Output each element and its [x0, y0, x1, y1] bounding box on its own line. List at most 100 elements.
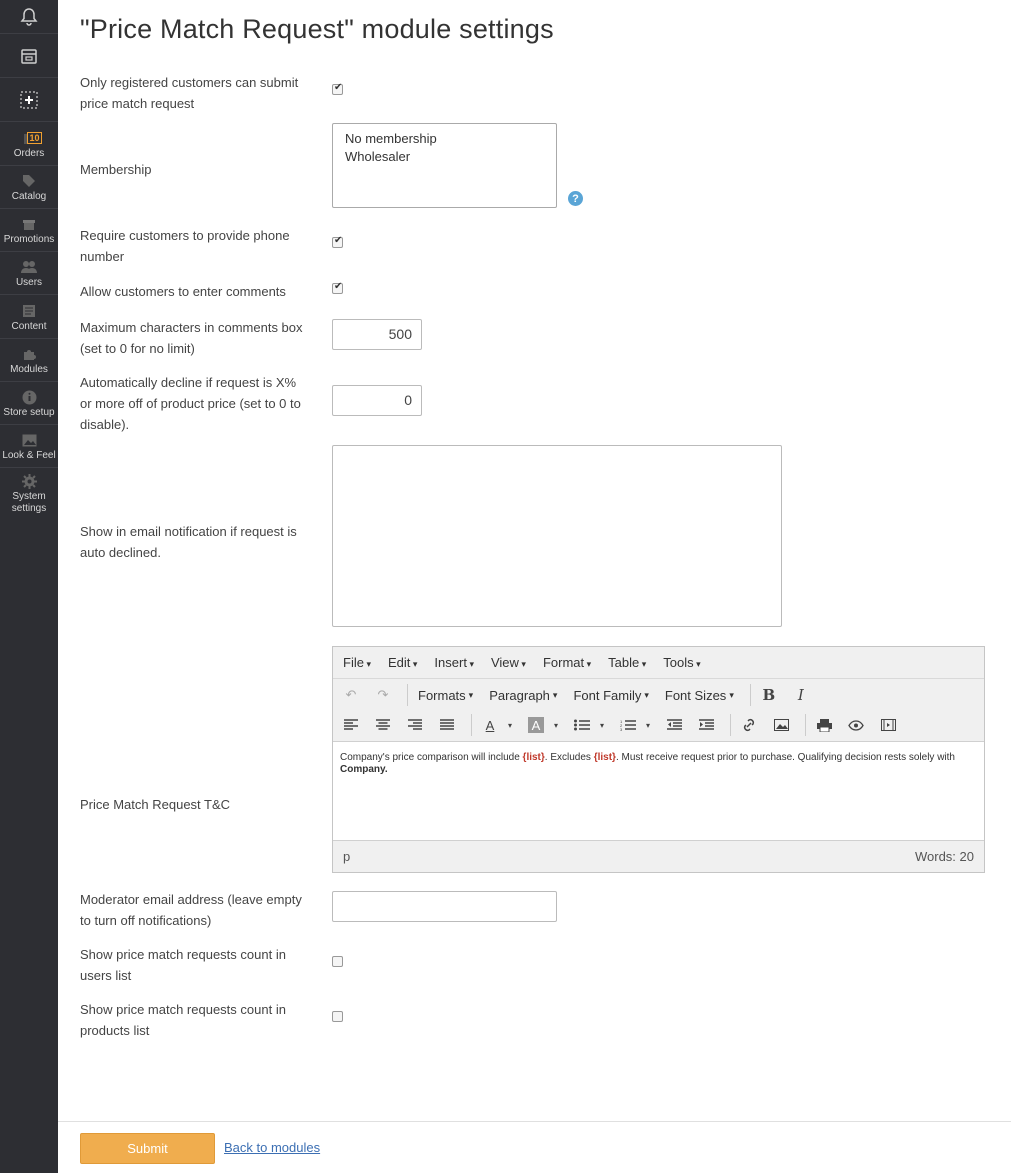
gift-icon — [21, 216, 37, 232]
orders-icon: 10 — [21, 130, 42, 146]
email-notification-label: Show in email notification if request is… — [80, 524, 297, 560]
require-phone-label: Require customers to provide phone numbe… — [80, 228, 290, 264]
tc-company: Company — [340, 764, 385, 775]
membership-option[interactable]: No membership — [345, 130, 544, 148]
moderator-email-input[interactable] — [332, 891, 557, 922]
tag-icon — [21, 173, 37, 189]
sidebar-item-promotions[interactable]: Promotions — [0, 209, 58, 252]
count-users-label: Show price match requests count in users… — [80, 947, 286, 983]
sidebar-item-label: Promotions — [3, 234, 55, 245]
membership-label: Membership — [80, 162, 152, 177]
editor-toolbar-2: A ▾ A ▾ ▾ 123 ▾ — [333, 711, 984, 739]
sidebar-item-users[interactable]: Users — [0, 252, 58, 295]
sidebar-item-content[interactable]: Content — [0, 295, 58, 339]
auto-decline-label: Automatically decline if request is X% o… — [80, 375, 301, 432]
sidebar-item-look-feel[interactable]: Look & Feel — [0, 425, 58, 468]
toolbar-divider — [805, 714, 806, 736]
menu-view[interactable]: View — [491, 655, 526, 670]
sidebar-item-label: Store setup — [3, 407, 55, 418]
image-icon[interactable] — [773, 717, 789, 733]
tc-label: Price Match Request T&C — [80, 797, 231, 812]
max-chars-input[interactable]: 500 — [332, 319, 422, 350]
require-phone-checkbox[interactable] — [332, 235, 343, 248]
media-icon[interactable] — [880, 717, 896, 733]
sidebar-item-system-settings[interactable]: System settings — [0, 468, 58, 520]
bell-icon — [20, 7, 38, 26]
text-color-icon[interactable]: A — [482, 717, 498, 733]
menu-tools[interactable]: Tools — [663, 655, 700, 670]
outdent-icon[interactable] — [666, 717, 682, 733]
help-icon[interactable]: ? — [568, 191, 583, 206]
puzzle-icon — [21, 346, 37, 362]
menu-format[interactable]: Format — [543, 655, 591, 670]
font-family-dropdown[interactable]: Font Family — [573, 688, 648, 703]
editor-content[interactable]: Company's price comparison will include … — [333, 741, 984, 841]
submit-button[interactable]: Submit — [80, 1133, 215, 1164]
sidebar-item-catalog[interactable]: Catalog — [0, 166, 58, 209]
email-notification-textarea[interactable] — [332, 445, 782, 627]
sidebar-item-orders[interactable]: 10 Orders — [0, 122, 58, 166]
align-justify-icon[interactable] — [439, 717, 455, 733]
allow-comments-label: Allow customers to enter comments — [80, 284, 286, 299]
element-path[interactable]: p — [343, 849, 350, 864]
chevron-down-icon[interactable]: ▾ — [548, 717, 564, 733]
menu-table[interactable]: Table — [608, 655, 646, 670]
info-icon — [21, 389, 37, 405]
count-products-label: Show price match requests count in produ… — [80, 1002, 286, 1038]
tc-text: . — [384, 764, 388, 775]
background-color-icon[interactable]: A — [528, 717, 544, 733]
sidebar-item-label: Users — [15, 277, 43, 288]
align-center-icon[interactable] — [375, 717, 391, 733]
chevron-down-icon[interactable]: ▾ — [640, 717, 656, 733]
formats-dropdown[interactable]: Formats — [418, 688, 473, 703]
numbered-list-icon[interactable]: 123 — [620, 717, 636, 733]
tc-placeholder: {list} — [593, 752, 616, 763]
membership-select[interactable]: No membership Wholesaler — [332, 123, 557, 208]
undo-icon[interactable]: ↶ — [343, 687, 359, 703]
redo-icon[interactable]: ↷ — [375, 687, 391, 703]
align-right-icon[interactable] — [407, 717, 423, 733]
align-left-icon[interactable] — [343, 717, 359, 733]
menu-insert[interactable]: Insert — [434, 655, 474, 670]
main-content: "Price Match Request" module settings On… — [58, 0, 1011, 1173]
indent-icon[interactable] — [698, 717, 714, 733]
count-users-checkbox[interactable] — [332, 956, 343, 967]
sidebar-item-label: System settings — [11, 491, 47, 514]
italic-icon[interactable]: I — [793, 686, 809, 704]
sidebar-item-modules[interactable]: Modules — [0, 339, 58, 382]
menu-file[interactable]: File — [343, 655, 371, 670]
max-chars-label: Maximum characters in comments box (set … — [80, 320, 303, 356]
bold-icon[interactable]: B — [761, 686, 777, 704]
rich-text-editor: File Edit Insert View Format Table Tools… — [332, 646, 985, 873]
page-title: "Price Match Request" module settings — [80, 14, 554, 44]
notifications-button[interactable] — [0, 0, 58, 34]
allow-comments-checkbox[interactable] — [332, 281, 343, 294]
membership-option[interactable]: Wholesaler — [345, 148, 544, 166]
storefront-button[interactable] — [0, 34, 58, 78]
toolbar-divider — [407, 684, 408, 706]
word-count: Words: 20 — [914, 848, 974, 864]
link-icon[interactable] — [741, 717, 757, 733]
add-new-button[interactable] — [0, 78, 58, 122]
preview-icon[interactable] — [848, 717, 864, 733]
count-products-checkbox[interactable] — [332, 1011, 343, 1022]
chevron-down-icon[interactable]: ▾ — [502, 717, 518, 733]
sidebar-item-store-setup[interactable]: Store setup — [0, 382, 58, 425]
store-icon — [21, 48, 37, 64]
editor-menubar: File Edit Insert View Format Table Tools — [333, 647, 984, 679]
print-icon[interactable] — [816, 717, 832, 733]
bullet-list-icon[interactable] — [574, 717, 590, 733]
menu-edit[interactable]: Edit — [388, 655, 417, 670]
back-to-modules-link[interactable]: Back to modules — [224, 1140, 320, 1155]
editor-statusbar: p Words: 20 — [333, 840, 984, 872]
auto-decline-input[interactable]: 0 — [332, 385, 422, 416]
footer-divider — [58, 1121, 1011, 1122]
registered-only-checkbox[interactable] — [332, 82, 343, 95]
paragraph-dropdown[interactable]: Paragraph — [489, 688, 557, 703]
chevron-down-icon[interactable]: ▾ — [594, 717, 610, 733]
font-sizes-dropdown[interactable]: Font Sizes — [665, 688, 734, 703]
toolbar-divider — [749, 684, 751, 706]
content-icon — [21, 303, 37, 319]
sidebar-item-label: Orders — [13, 148, 45, 159]
toolbar-divider — [730, 714, 731, 736]
